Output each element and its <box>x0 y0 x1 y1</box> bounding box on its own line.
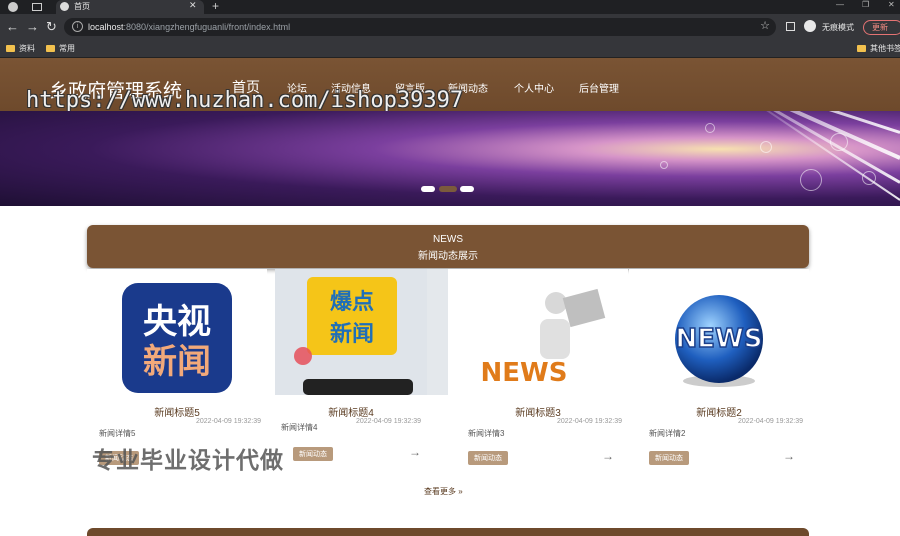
news-card-image[interactable]: NEWS <box>448 269 628 395</box>
banner-bubble <box>862 171 876 185</box>
news-card-date: 2022-04-09 19:32:39 <box>196 418 261 425</box>
carousel-dot-1[interactable] <box>421 186 435 192</box>
news-card-image[interactable]: 爆点 新闻 <box>275 269 455 395</box>
banner-carousel[interactable] <box>0 111 900 206</box>
news-card[interactable]: 央视 新闻 新闻标题5 2022-04-09 19:32:39 新闻详情5 新闻… <box>87 269 267 469</box>
news-section-header: NEWS 新闻动态展示 <box>87 225 809 268</box>
reading-figure-news-icon: NEWS <box>481 288 606 388</box>
side-panel-icon[interactable] <box>786 22 795 31</box>
carousel-dot-2[interactable] <box>439 186 457 192</box>
next-section-header <box>87 528 809 536</box>
news-card[interactable]: NEWS 新闻标题2 2022-04-09 19:32:39 新闻详情2 新闻动… <box>629 269 809 469</box>
svg-text:爆点: 爆点 <box>330 289 374 315</box>
arrow-right-icon[interactable]: → <box>409 445 421 459</box>
news-card-desc: 新闻详情5 <box>99 429 136 438</box>
new-tab-icon[interactable]: + <box>212 0 219 13</box>
banner-bubble <box>760 141 772 153</box>
folder-icon <box>46 45 55 53</box>
svg-text:新闻: 新闻 <box>330 321 374 347</box>
news-card-title[interactable]: 新闻标题3 <box>448 404 628 419</box>
news-card-desc: 新闻详情3 <box>468 429 505 438</box>
cctv-news-logo-icon: 央视 新闻 <box>122 283 232 393</box>
news-card-title[interactable]: 新闻标题4 <box>275 404 427 419</box>
svg-text:央视: 央视 <box>143 302 211 342</box>
news-globe-icon: NEWS <box>675 295 763 387</box>
news-card[interactable]: 爆点 新闻 新闻标题4 2022-04-09 19:32:39 新闻详情4 新闻… <box>275 269 455 469</box>
news-card-title[interactable]: 新闻标题2 <box>629 404 809 419</box>
overlay-ad-text: 专业毕业设计代做 <box>92 448 284 474</box>
tab-title: 首页 <box>74 2 90 11</box>
news-card[interactable]: NEWS 新闻标题3 2022-04-09 19:32:39 新闻详情3 新闻动… <box>448 269 628 469</box>
banner-bubble <box>660 161 668 169</box>
close-window-icon[interactable]: ✕ <box>888 0 895 9</box>
news-card-date: 2022-04-09 19:32:39 <box>738 418 803 425</box>
news-card-tag[interactable]: 新闻动态 <box>649 451 689 465</box>
banner-bubble <box>830 133 848 151</box>
minimize-icon[interactable]: — <box>836 0 844 9</box>
nav-admin[interactable]: 后台管理 <box>579 80 619 95</box>
update-button[interactable]: 更新 <box>863 20 900 35</box>
browser-tab-bar: 首页 ✕ + — ❐ ✕ <box>0 0 900 14</box>
watermark-url: https://www.huzhan.com/ishop39397 <box>26 88 464 113</box>
bookmark-folder-other[interactable]: 其他书签 <box>857 43 900 55</box>
svg-text:NEWS: NEWS <box>676 324 763 354</box>
double-chevron-right-icon: » <box>458 487 463 496</box>
tab-favicon-icon <box>60 2 69 11</box>
news-card-image[interactable]: 央视 新闻 <box>87 269 267 395</box>
banner-light-ray <box>576 111 900 134</box>
see-more-link[interactable]: 查看更多 » <box>424 486 463 497</box>
news-heading-cn: 新闻动态展示 <box>418 251 478 262</box>
banner-bubble <box>800 169 822 191</box>
bookmarks-bar: 资料 常用 其他书签 <box>0 40 900 58</box>
profile-icon[interactable] <box>8 2 18 12</box>
url-text: localhost:8080/xiangzhengfuguanli/front/… <box>88 22 291 32</box>
arrow-right-icon[interactable]: → <box>783 449 795 463</box>
carousel-dot-3[interactable] <box>460 186 474 192</box>
arrow-right-icon[interactable]: → <box>602 449 614 463</box>
back-icon[interactable]: ← <box>6 19 19 35</box>
news-card-desc: 新闻详情2 <box>649 429 686 438</box>
browser-toolbar: ← → ↻ i localhost:8080/xiangzhengfuguanl… <box>0 14 900 40</box>
forward-icon[interactable]: → <box>26 19 39 35</box>
banner-bubble <box>705 123 715 133</box>
news-card-date: 2022-04-09 19:32:39 <box>557 418 622 425</box>
folder-icon <box>6 45 15 53</box>
news-card-desc: 新闻详情4 <box>281 423 318 432</box>
breaking-news-graphic-icon: 爆点 新闻 <box>275 269 427 395</box>
bookmark-folder-changyong[interactable]: 常用 <box>46 43 75 55</box>
reload-icon[interactable]: ↻ <box>46 19 57 35</box>
incognito-icon <box>804 20 816 32</box>
nav-user-center[interactable]: 个人中心 <box>514 80 554 95</box>
news-heading-en: NEWS <box>433 234 463 245</box>
maximize-icon[interactable]: ❐ <box>862 0 869 9</box>
news-card-date: 2022-04-09 19:32:39 <box>356 418 421 425</box>
svg-text:新闻: 新闻 <box>143 342 211 382</box>
tab-search-icon[interactable] <box>32 3 42 11</box>
address-bar[interactable]: i localhost:8080/xiangzhengfuguanli/fron… <box>64 18 776 36</box>
news-card-image[interactable]: NEWS <box>629 269 809 395</box>
folder-icon <box>857 45 866 53</box>
close-tab-icon[interactable]: ✕ <box>189 0 197 11</box>
news-card-tag[interactable]: 新闻动态 <box>468 451 508 465</box>
news-card-tag[interactable]: 新闻动态 <box>293 447 333 461</box>
bookmark-folder-ziliao[interactable]: 资料 <box>6 43 35 55</box>
site-info-icon[interactable]: i <box>72 21 83 32</box>
news-card-title[interactable]: 新闻标题5 <box>87 404 267 419</box>
incognito-label: 无痕模式 <box>822 23 854 32</box>
mouse-cursor-indicator <box>294 347 312 365</box>
svg-text:NEWS: NEWS <box>481 358 568 388</box>
bookmark-star-icon[interactable]: ☆ <box>760 19 770 32</box>
